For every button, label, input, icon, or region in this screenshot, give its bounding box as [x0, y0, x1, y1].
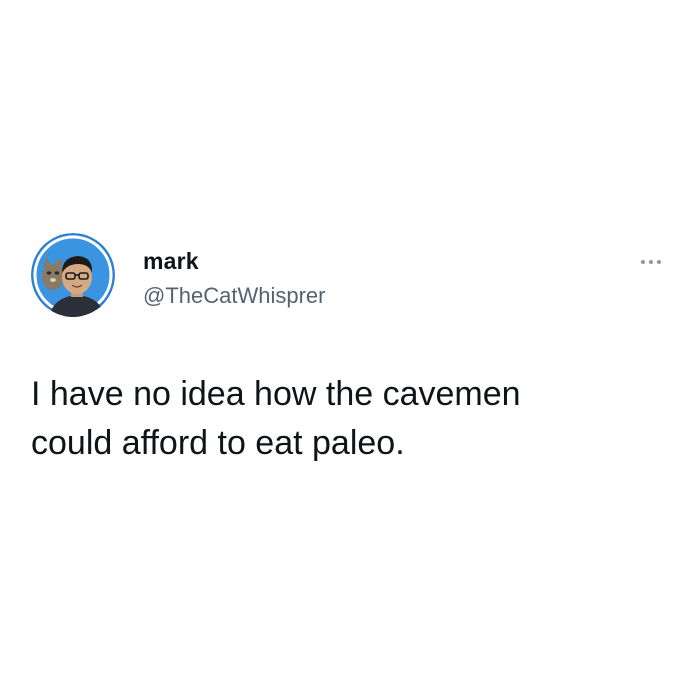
tweet-text-line-2: could afford to eat paleo.: [31, 424, 405, 462]
tweet-text: I have no idea how the cavemen could aff…: [31, 370, 651, 468]
more-options-icon: [657, 260, 661, 264]
author-display-name[interactable]: mark: [143, 248, 199, 275]
more-options-icon: [641, 260, 645, 264]
author-handle[interactable]: @TheCatWhisprer: [143, 283, 326, 309]
more-options-icon: [649, 260, 653, 264]
more-options-button[interactable]: [636, 250, 666, 274]
avatar[interactable]: [31, 233, 115, 317]
tweet-card: mark @TheCatWhisprer I have no idea how …: [0, 0, 700, 700]
tweet-text-line-1: I have no idea how the cavemen: [31, 375, 521, 413]
avatar-photo-icon: [31, 233, 115, 317]
